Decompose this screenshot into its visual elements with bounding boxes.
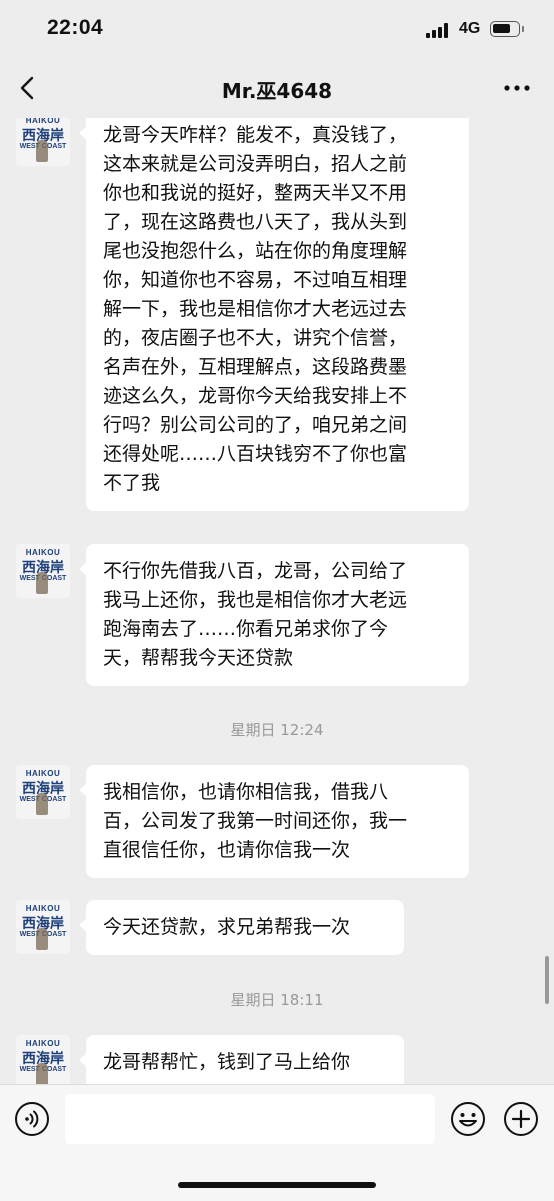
- time-divider: 星期日 12:24: [230, 721, 324, 739]
- avatar-text-top: HAIKOU: [25, 769, 61, 778]
- status-time: 22:04: [47, 16, 104, 39]
- message-bubble[interactable]: 龙哥今天咋样？能发不，真没钱了， 这本来就是公司没弄明白，招人之前 你也和我说的…: [79, 118, 469, 511]
- avatar[interactable]: HAIKOU 西海岸 WEST COAST: [16, 544, 70, 598]
- voice-icon[interactable]: [14, 1101, 50, 1137]
- avatar-figure: [36, 140, 48, 162]
- avatar-text-top: HAIKOU: [25, 118, 61, 125]
- status-bar: 22:04 4G: [0, 0, 554, 58]
- message-bubble[interactable]: 我相信你，也请你相信我，借我八 百，公司发了我第一时间还你，我一 直很信任你，也…: [79, 765, 469, 878]
- avatar-figure: [36, 1063, 48, 1084]
- message-input[interactable]: [65, 1094, 435, 1144]
- signal-icon: [426, 23, 452, 38]
- avatar-figure: [36, 793, 48, 815]
- battery-icon: [490, 21, 520, 37]
- scrollbar[interactable]: [545, 956, 549, 1004]
- emoji-icon[interactable]: [450, 1101, 486, 1137]
- avatar-figure: [36, 572, 48, 594]
- network-type: 4G: [459, 20, 481, 37]
- more-dots-icon[interactable]: [500, 74, 534, 102]
- avatar-text-top: HAIKOU: [25, 548, 61, 557]
- avatar[interactable]: HAIKOU 西海岸 WEST COAST: [16, 900, 70, 954]
- avatar-text-top: HAIKOU: [25, 1039, 61, 1048]
- battery-cap: [522, 26, 524, 32]
- message-bubble[interactable]: 龙哥帮帮忙，钱到了马上给你: [79, 1035, 404, 1084]
- message-list[interactable]: HAIKOU 西海岸 WEST COAST 龙哥今天咋样？能发不，真没钱了， 这…: [0, 118, 554, 1084]
- battery-level: [493, 24, 510, 33]
- message-bubble[interactable]: 今天还贷款，求兄弟帮我一次: [79, 900, 404, 955]
- avatar[interactable]: HAIKOU 西海岸 WEST COAST: [16, 1035, 70, 1084]
- time-divider: 星期日 18:11: [230, 991, 324, 1009]
- plus-icon[interactable]: [503, 1101, 539, 1137]
- nav-bar: Mr.巫4648: [0, 58, 554, 118]
- message-bubble[interactable]: 不行你先借我八百，龙哥，公司给了 我马上还你，我也是相信你才大老远 跑海南去了……: [79, 544, 469, 686]
- home-indicator[interactable]: [178, 1182, 376, 1188]
- avatar-figure: [36, 928, 48, 950]
- avatar-text-top: HAIKOU: [25, 904, 61, 913]
- avatar[interactable]: HAIKOU 西海岸 WEST COAST: [16, 765, 70, 819]
- avatar[interactable]: HAIKOU 西海岸 WEST COAST: [16, 118, 70, 166]
- chat-title: Mr.巫4648: [221, 79, 333, 103]
